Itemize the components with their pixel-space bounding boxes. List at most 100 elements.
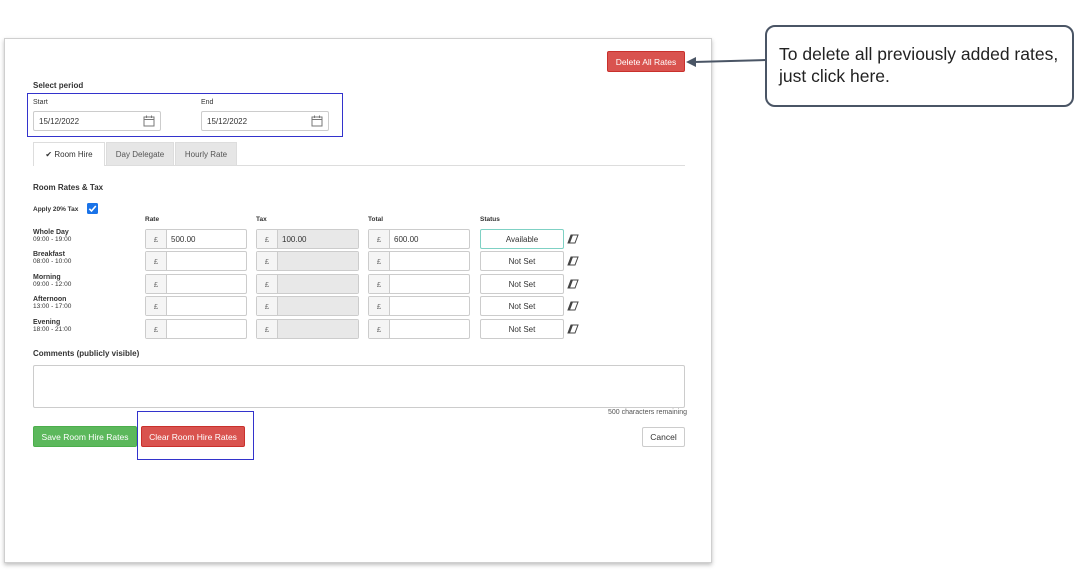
eraser-icon[interactable] (567, 279, 579, 289)
rate-row-label: Afternoon 13:00 - 17:00 (33, 296, 71, 310)
col-rate: Rate (145, 216, 160, 223)
total-value (390, 320, 469, 338)
row-time: 09:00 - 19:00 (33, 236, 72, 243)
select-period-heading: Select period (33, 81, 84, 90)
col-total: Total (368, 216, 384, 223)
room-rates-heading: Room Rates & Tax (33, 183, 104, 192)
end-date-input[interactable]: 15/12/2022 (201, 111, 329, 131)
total-input[interactable]: £ (368, 251, 470, 271)
rate-input[interactable]: £ (145, 274, 247, 294)
total-input[interactable]: £ (368, 319, 470, 339)
currency-symbol: £ (369, 230, 390, 248)
calendar-icon[interactable] (143, 115, 155, 127)
row-time: 13:00 - 17:00 (33, 303, 72, 310)
tax-field: £100.00 (256, 229, 359, 249)
eraser-icon[interactable] (567, 234, 579, 244)
status-badge: Available (480, 229, 564, 249)
rate-input[interactable]: £ (145, 319, 247, 339)
total-value (390, 275, 469, 293)
rate-input[interactable]: £ (145, 296, 247, 316)
callout-box: To delete all previously added rates, ju… (765, 25, 1074, 107)
row-name: Breakfast (33, 251, 65, 258)
currency-symbol: £ (369, 297, 390, 315)
apply-tax-checkbox[interactable] (87, 203, 98, 214)
callout-text: To delete all previously added rates, ju… (779, 44, 1059, 86)
currency-symbol: £ (146, 252, 167, 270)
rate-row-label: Breakfast 08:00 - 10:00 (33, 251, 71, 265)
col-status: Status (480, 216, 500, 223)
status-badge: Not Set (480, 274, 564, 294)
tax-field: £ (256, 274, 359, 294)
rate-row-label: Evening 18:00 - 21:00 (33, 319, 71, 333)
status-badge: Not Set (480, 296, 564, 316)
rates-panel: Delete All Rates Select period Start 15/… (4, 38, 712, 563)
comments-label: Comments (publicly visible) (33, 349, 140, 358)
currency-symbol: £ (369, 252, 390, 270)
currency-symbol: £ (146, 230, 167, 248)
end-label: End (201, 99, 214, 106)
tab-day-delegate[interactable]: Day Delegate (106, 142, 174, 166)
rate-value (167, 252, 246, 270)
apply-tax-label: Apply 20% Tax (33, 206, 79, 213)
tax-field: £ (256, 296, 359, 316)
total-input[interactable]: £ (368, 296, 470, 316)
rate-input[interactable]: £500.00 (145, 229, 247, 249)
save-room-hire-rates-button[interactable]: Save Room Hire Rates (33, 426, 137, 447)
cancel-button[interactable]: Cancel (642, 427, 685, 447)
currency-symbol: £ (257, 252, 278, 270)
callout-arrow-icon (686, 57, 767, 67)
tax-field: £ (256, 251, 359, 271)
tax-value (278, 320, 358, 338)
calendar-icon[interactable] (311, 115, 323, 127)
delete-all-rates-button[interactable]: Delete All Rates (607, 51, 685, 72)
comments-textarea[interactable] (33, 365, 685, 408)
row-time: 09:00 - 12:00 (33, 281, 72, 288)
total-input[interactable]: £ (368, 274, 470, 294)
currency-symbol: £ (146, 320, 167, 338)
tax-field: £ (256, 319, 359, 339)
rate-value (167, 275, 246, 293)
status-badge: Not Set (480, 251, 564, 271)
status-badge: Not Set (480, 319, 564, 339)
rate-value (167, 297, 246, 315)
currency-symbol: £ (369, 320, 390, 338)
start-label: Start (33, 99, 48, 106)
end-date-value: 15/12/2022 (207, 117, 248, 126)
total-input[interactable]: £600.00 (368, 229, 470, 249)
tab-room-hire-label: Room Hire (54, 150, 93, 159)
total-value: 600.00 (394, 234, 419, 244)
eraser-icon[interactable] (567, 301, 579, 311)
rate-input[interactable]: £ (145, 251, 247, 271)
total-value (390, 297, 469, 315)
currency-symbol: £ (257, 275, 278, 293)
currency-symbol: £ (146, 297, 167, 315)
clear-room-hire-rates-button[interactable]: Clear Room Hire Rates (141, 426, 245, 447)
rate-row-label: Morning 09:00 - 12:00 (33, 274, 71, 288)
tax-value (278, 297, 358, 315)
eraser-icon[interactable] (567, 324, 579, 334)
total-value (390, 252, 469, 270)
tax-value (278, 275, 358, 293)
rate-row-label: Whole Day 09:00 - 19:00 (33, 229, 71, 243)
tax-value: 100.00 (278, 230, 358, 248)
check-icon: ✔ (45, 150, 53, 159)
currency-symbol: £ (146, 275, 167, 293)
row-name: Whole Day (33, 229, 69, 236)
currency-symbol: £ (257, 230, 278, 248)
row-time: 18:00 - 21:00 (33, 326, 72, 333)
col-tax: Tax (256, 216, 267, 223)
tab-hourly-rate[interactable]: Hourly Rate (175, 142, 237, 166)
currency-symbol: £ (257, 320, 278, 338)
currency-symbol: £ (369, 275, 390, 293)
currency-symbol: £ (257, 297, 278, 315)
row-name: Afternoon (33, 296, 67, 303)
row-time: 08:00 - 10:00 (33, 258, 72, 265)
row-name: Evening (33, 319, 61, 326)
eraser-icon[interactable] (567, 256, 579, 266)
start-date-input[interactable]: 15/12/2022 (33, 111, 161, 131)
tab-room-hire[interactable]: ✔ Room Hire (33, 142, 105, 166)
row-name: Morning (33, 274, 61, 281)
rate-value (167, 320, 246, 338)
rate-value: 500.00 (171, 234, 196, 244)
start-date-value: 15/12/2022 (39, 117, 80, 126)
